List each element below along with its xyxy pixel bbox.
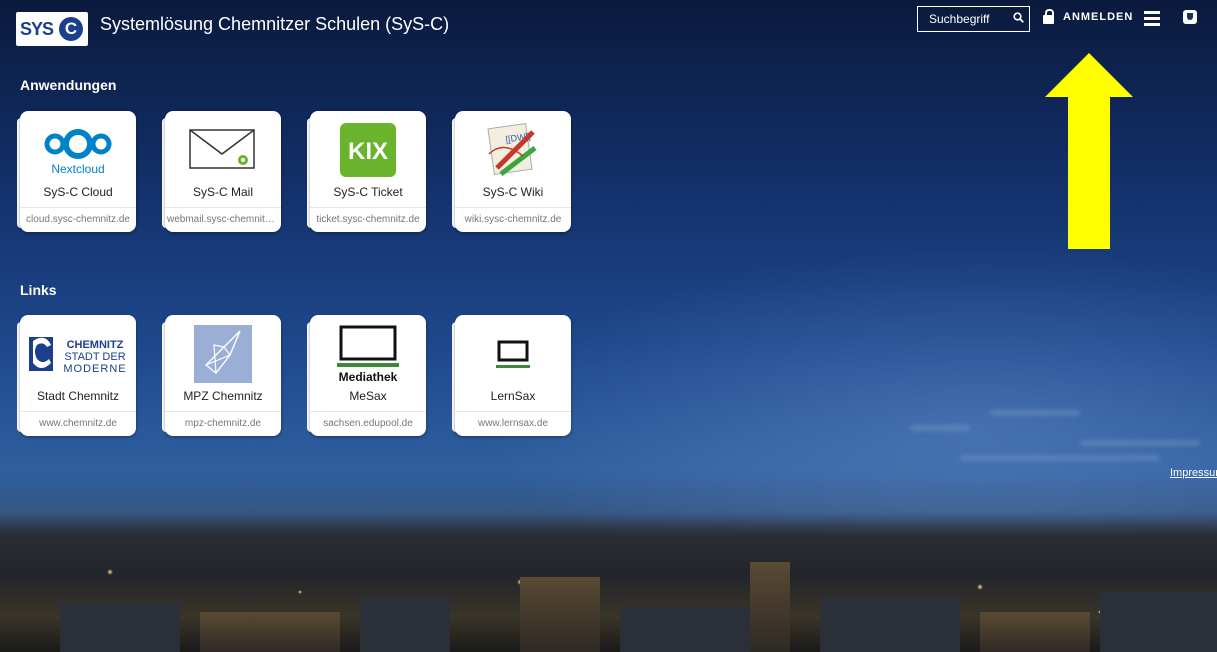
tile-sysc-mail[interactable]: SyS-C Mail webmail.sysc-chemnitz.de <box>162 111 281 232</box>
login-label: ANMELDEN <box>1063 11 1134 23</box>
building <box>820 597 960 652</box>
logo-line-2: STADT DER <box>64 351 125 363</box>
tile-url: sachsen.edupool.de <box>323 418 413 429</box>
divider <box>310 411 426 412</box>
lock-icon <box>1043 8 1054 24</box>
building <box>60 602 180 652</box>
divider <box>455 411 571 412</box>
tile-mesax[interactable]: Mediathek MeSax sachsen.edupool.de <box>307 315 426 436</box>
kix-caption: KIX <box>348 138 388 165</box>
building <box>200 612 340 652</box>
tile-sysc-wiki[interactable]: [[DW]] SyS-C Wiki wiki.sysc-chemnitz.de <box>452 111 571 232</box>
building <box>360 597 450 652</box>
divider <box>165 411 281 412</box>
impressum-link[interactable]: Impressum <box>1170 467 1217 479</box>
tile-url: www.chemnitz.de <box>39 418 117 429</box>
cloud-streak <box>1080 440 1200 446</box>
tile-name: MPZ Chemnitz <box>183 389 263 403</box>
nextcloud-caption: Nextcloud <box>51 162 104 176</box>
login-button[interactable]: ANMELDEN <box>1043 8 1134 24</box>
origami-bird-logo <box>165 323 281 385</box>
building <box>520 577 600 652</box>
tile-name: SyS-C Mail <box>192 185 253 199</box>
logo-text: SYS <box>20 18 54 39</box>
chemnitz-logo: CHEMNITZ STADT DER MODERNE <box>20 323 136 385</box>
tile-url: wiki.sysc-chemnitz.de <box>464 214 562 225</box>
section-title-links: Links <box>20 282 57 298</box>
tile-url: ticket.sysc-chemnitz.de <box>316 214 420 225</box>
building <box>620 607 770 652</box>
tile-name: LernSax <box>490 389 536 403</box>
building <box>750 562 790 652</box>
mail-envelope-icon <box>165 119 281 181</box>
tile-name: MeSax <box>349 389 387 403</box>
tile-name: SyS-C Wiki <box>482 185 544 199</box>
search-icon[interactable] <box>1007 12 1029 26</box>
search-input[interactable]: Suchbegriff <box>929 12 1007 26</box>
yellow-arrow-annotation <box>1045 53 1133 249</box>
tile-url: mpz-chemnitz.de <box>184 418 262 429</box>
tile-name: SyS-C Cloud <box>43 185 113 199</box>
cloud-streak <box>910 425 970 431</box>
tile-name: SyS-C Ticket <box>333 185 403 199</box>
tile-stadt-chemnitz[interactable]: CHEMNITZ STADT DER MODERNE Stadt Chemnit… <box>17 315 136 436</box>
divider <box>310 207 426 208</box>
section-title-apps: Anwendungen <box>20 77 117 93</box>
tile-url: webmail.sysc-chemnitz.de <box>167 214 279 225</box>
cloud-streak <box>990 410 1080 416</box>
mediathek-caption: Mediathek <box>339 370 398 383</box>
lernsax-monitor-logo <box>455 323 571 385</box>
tile-url: www.lernsax.de <box>477 418 549 429</box>
page-title: Systemlösung Chemnitzer Schulen (SyS-C) <box>100 14 450 34</box>
kix-logo: KIX <box>310 119 426 181</box>
tile-lernsax[interactable]: LernSax www.lernsax.de <box>452 315 571 436</box>
sysc-logo[interactable]: SYS C <box>16 12 88 46</box>
tile-sysc-ticket[interactable]: KIX SyS-C Ticket ticket.sysc-chemnitz.de <box>307 111 426 232</box>
search-box[interactable]: Suchbegriff <box>917 6 1030 32</box>
logo-line-1: CHEMNITZ <box>67 339 124 351</box>
city-skyline <box>0 512 1217 652</box>
nextcloud-logo: Nextcloud <box>20 119 136 181</box>
cloud-streak <box>960 455 1160 461</box>
divider <box>165 207 281 208</box>
mediathek-monitor-logo: Mediathek <box>310 323 426 385</box>
tile-url: cloud.sysc-chemnitz.de <box>26 214 130 225</box>
building <box>980 612 1090 652</box>
divider <box>20 411 136 412</box>
logo-c: C <box>59 17 84 41</box>
building <box>1100 592 1217 652</box>
dokuwiki-logo: [[DW]] <box>455 119 571 181</box>
tile-sysc-cloud[interactable]: Nextcloud SyS-C Cloud cloud.sysc-chemnit… <box>17 111 136 232</box>
tile-name: Stadt Chemnitz <box>36 389 120 403</box>
divider <box>20 207 136 208</box>
tile-mpz-chemnitz[interactable]: MPZ Chemnitz mpz-chemnitz.de <box>162 315 281 436</box>
logo-line-3: MODERNE <box>63 363 126 375</box>
hamburger-menu-icon[interactable] <box>1144 11 1160 29</box>
divider <box>455 207 571 208</box>
u-badge-icon[interactable] <box>1183 10 1197 24</box>
